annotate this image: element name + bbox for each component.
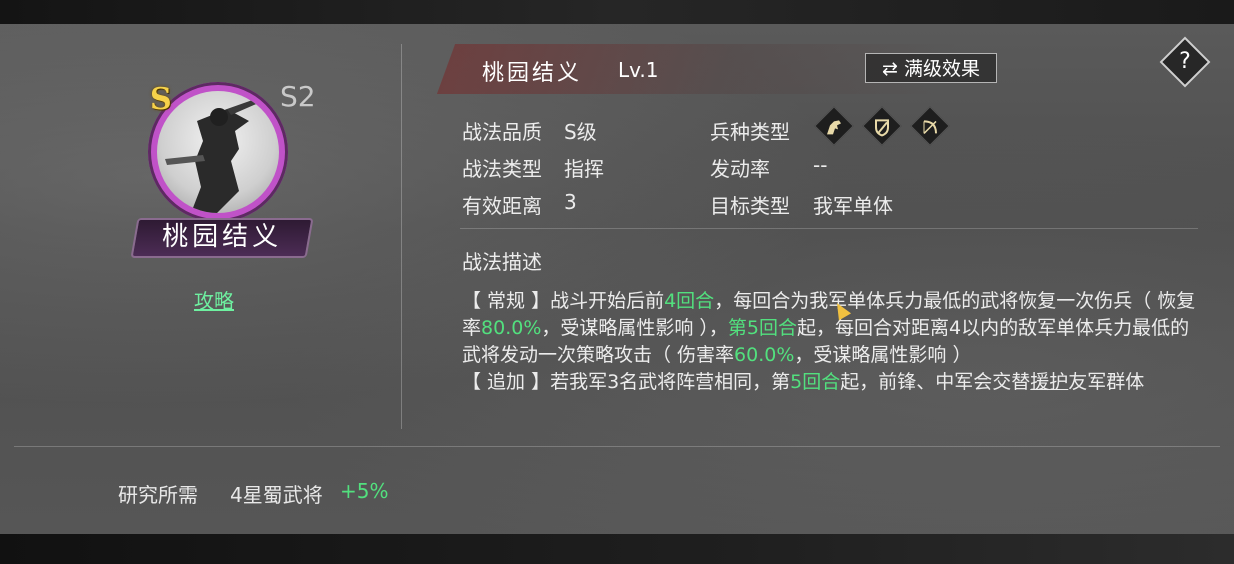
desc-keyword-link[interactable]: 援护: [1030, 371, 1068, 393]
quality-value: S级: [564, 120, 597, 144]
type-value: 指挥: [564, 157, 604, 181]
question-icon: ?: [1179, 49, 1191, 74]
research-requirement: 4星蜀武将: [230, 483, 323, 507]
horizontal-divider: [14, 446, 1220, 447]
max-level-effect-button[interactable]: ⇄ 满级效果: [865, 53, 997, 83]
desc-highlight: 5回合: [790, 371, 841, 393]
season-tag: S2: [280, 80, 316, 113]
desc-text: ，受谋略属性影响 ）: [794, 344, 972, 366]
skill-title: 桃园结义: [482, 61, 583, 86]
desc-highlight: 80.0%: [481, 317, 542, 339]
description-title: 战法描述: [462, 250, 542, 274]
top-bar: [0, 0, 1234, 24]
research-bonus: +5%: [340, 479, 389, 503]
bottom-bar: [0, 534, 1234, 564]
desc-highlight: 第5回合: [727, 317, 798, 339]
skill-level: Lv.1: [618, 58, 659, 82]
desc-text: 【 常规 】战斗开始后前: [462, 290, 665, 312]
quality-label: 战法品质: [462, 120, 542, 144]
grade-badge: S: [150, 82, 172, 117]
desc-highlight: 4回合: [664, 290, 715, 312]
target-type-value: 我军单体: [813, 194, 893, 218]
type-label: 战法类型: [462, 157, 542, 181]
target-type-label: 目标类型: [710, 194, 790, 218]
range-label: 有效距离: [462, 194, 542, 218]
desc-text: 起，前锋、中军会交替: [840, 371, 1031, 393]
desc-text: 友军群体: [1068, 371, 1145, 393]
info-separator: [460, 228, 1198, 229]
skill-card: S S2 桃园结义: [130, 70, 316, 270]
range-value: 3: [564, 190, 577, 214]
research-label: 研究所需: [118, 483, 198, 507]
vertical-divider: [401, 44, 402, 429]
desc-highlight: 60.0%: [734, 344, 795, 366]
guide-link[interactable]: 攻略: [194, 285, 234, 314]
trigger-rate-label: 发动率: [710, 157, 770, 181]
troop-type-label: 兵种类型: [710, 120, 790, 144]
desc-text: 【 追加 】若我军3名武将阵营相同，第: [462, 371, 791, 393]
trigger-rate-value: --: [813, 153, 828, 177]
desc-text: ，受谋略属性影响 ），: [541, 317, 728, 339]
skill-name-plate: 桃园结义: [130, 218, 314, 258]
skill-name-plate-text: 桃园结义: [162, 222, 283, 252]
